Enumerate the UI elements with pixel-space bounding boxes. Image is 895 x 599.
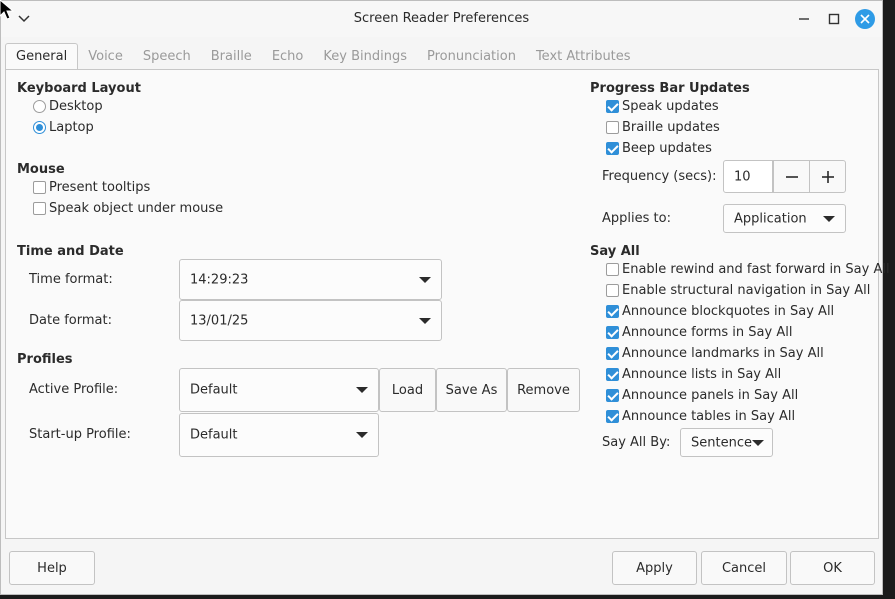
beep-updates-label: Beep updates [622, 141, 712, 156]
applies-to-value: Application [734, 211, 807, 226]
mouse-heading: Mouse [17, 162, 65, 177]
date-format-label: Date format: [29, 313, 112, 328]
blockquotes-checkbox[interactable] [606, 305, 619, 318]
time-format-label: Time format: [29, 272, 113, 287]
tab-braille[interactable]: Braille [201, 43, 262, 70]
window-title: Screen Reader Preferences [353, 11, 530, 26]
present-tooltips-checkbox[interactable] [33, 181, 46, 194]
rewind-ff-label: Enable rewind and fast forward in Say Al… [622, 262, 890, 277]
chevron-down-icon [823, 215, 835, 222]
date-format-value: 13/01/25 [190, 313, 249, 328]
cancel-button[interactable]: Cancel [701, 551, 787, 585]
blockquotes-label: Announce blockquotes in Say All [622, 304, 835, 319]
active-profile-value: Default [190, 382, 238, 398]
tab-text-attributes[interactable]: Text Attributes [526, 43, 641, 70]
startup-profile-combo[interactable]: Default [179, 413, 379, 457]
landmarks-label: Announce landmarks in Say All [622, 346, 824, 361]
laptop-label: Laptop [49, 120, 94, 135]
profiles-heading: Profiles [17, 352, 73, 367]
panels-checkbox[interactable] [606, 389, 619, 402]
speak-updates-label: Speak updates [622, 99, 719, 114]
desktop-label: Desktop [49, 99, 103, 114]
tables-checkbox[interactable] [606, 410, 619, 423]
load-button[interactable]: Load [379, 368, 436, 412]
say-all-by-combo[interactable]: Sentence [680, 428, 773, 457]
startup-profile-label: Start-up Profile: [29, 427, 131, 442]
tab-pronunciation[interactable]: Pronunciation [417, 43, 526, 70]
laptop-radio[interactable] [33, 121, 46, 134]
maximize-icon[interactable] [825, 10, 843, 28]
chevron-down-icon [419, 317, 431, 324]
preferences-window: Screen Reader Preferences General Voice … [0, 0, 890, 595]
braille-updates-checkbox[interactable] [606, 121, 619, 134]
keyboard-layout-heading: Keyboard Layout [17, 81, 141, 96]
remove-button[interactable]: Remove [507, 368, 580, 412]
time-format-combo[interactable]: 14:29:23 [179, 259, 442, 300]
structural-nav-label: Enable structural navigation in Say All [622, 283, 871, 298]
date-format-combo[interactable]: 13/01/25 [179, 300, 442, 341]
say-all-heading: Say All [590, 244, 640, 259]
time-date-heading: Time and Date [17, 244, 124, 259]
tab-voice[interactable]: Voice [78, 43, 133, 70]
chevron-down-icon [356, 387, 368, 393]
desktop-radio[interactable] [33, 100, 46, 113]
applies-to-label: Applies to: [602, 211, 671, 226]
tab-speech[interactable]: Speech [133, 43, 201, 70]
mouse-pointer-icon [0, 0, 15, 20]
present-tooltips-label: Present tooltips [49, 180, 151, 195]
panels-label: Announce panels in Say All [622, 388, 799, 403]
frequency-label: Frequency (secs): [602, 169, 717, 184]
progress-heading: Progress Bar Updates [590, 81, 750, 96]
say-all-by-value: Sentence [691, 435, 752, 450]
landmarks-checkbox[interactable] [606, 347, 619, 360]
braille-updates-label: Braille updates [622, 120, 720, 135]
rewind-ff-checkbox[interactable] [606, 263, 619, 276]
save-as-button[interactable]: Save As [436, 368, 507, 412]
startup-profile-value: Default [190, 427, 238, 443]
structural-nav-checkbox[interactable] [606, 284, 619, 297]
lists-checkbox[interactable] [606, 368, 619, 381]
minus-icon [785, 175, 798, 178]
active-profile-label: Active Profile: [29, 382, 119, 397]
applies-to-combo[interactable]: Application [723, 204, 846, 233]
tab-key-bindings[interactable]: Key Bindings [313, 43, 417, 70]
say-all-by-label: Say All By: [602, 435, 671, 450]
chevron-down-icon [419, 276, 431, 283]
speak-object-label: Speak object under mouse [49, 201, 224, 216]
tab-general[interactable]: General [5, 43, 79, 70]
frequency-input[interactable]: 10 [723, 160, 773, 193]
tab-echo[interactable]: Echo [262, 43, 314, 70]
speak-object-checkbox[interactable] [33, 202, 46, 215]
plus-icon [821, 170, 834, 183]
beep-updates-checkbox[interactable] [606, 142, 619, 155]
forms-label: Announce forms in Say All [622, 325, 793, 340]
active-profile-combo[interactable]: Default [179, 368, 379, 412]
close-icon[interactable] [855, 9, 875, 29]
forms-checkbox[interactable] [606, 326, 619, 339]
ok-button[interactable]: OK [790, 551, 875, 585]
title-bar: Screen Reader Preferences [1, 1, 882, 37]
frequency-increment-button[interactable] [809, 160, 846, 193]
chevron-down-icon [752, 439, 764, 446]
apply-button[interactable]: Apply [612, 551, 697, 585]
help-button[interactable]: Help [9, 551, 95, 585]
frequency-value: 10 [734, 169, 751, 184]
speak-updates-checkbox[interactable] [606, 100, 619, 113]
frequency-decrement-button[interactable] [773, 160, 810, 193]
minimize-icon[interactable] [795, 10, 813, 28]
tables-label: Announce tables in Say All [622, 409, 796, 424]
tab-bar: General Voice Speech Braille Echo Key Bi… [5, 43, 641, 70]
chevron-down-icon [356, 432, 368, 438]
time-format-value: 14:29:23 [190, 272, 249, 287]
lists-label: Announce lists in Say All [622, 367, 782, 382]
